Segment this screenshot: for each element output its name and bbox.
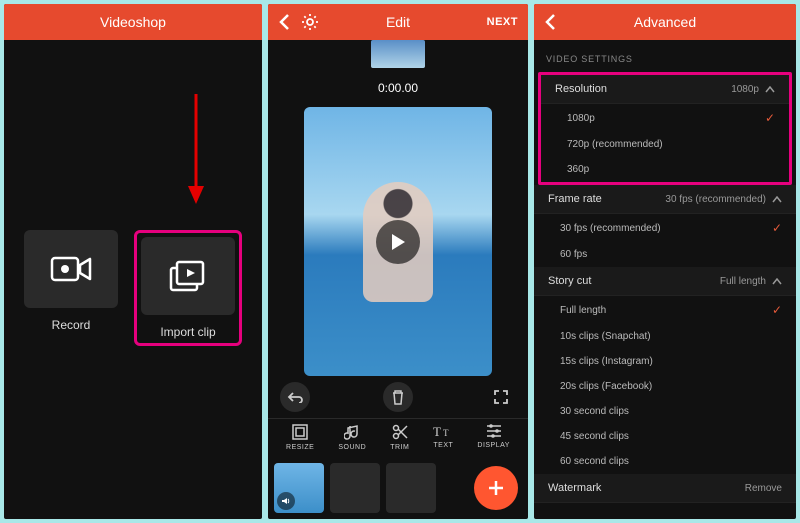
advanced-title: Advanced <box>634 14 696 30</box>
camera-icon <box>50 254 92 284</box>
framerate-option-60[interactable]: 60 fps <box>534 242 796 267</box>
resolution-option-1080p[interactable]: 1080p ✓ <box>541 104 789 132</box>
delete-button[interactable] <box>383 382 413 412</box>
import-highlight: Import clip <box>134 230 242 346</box>
header-bar: Advanced <box>534 4 796 40</box>
framerate-option-30[interactable]: 30 fps (recommended) ✓ <box>534 214 796 242</box>
storycut-option-30s[interactable]: 30 second clips <box>534 399 796 424</box>
chevron-up-icon <box>765 86 775 93</box>
storycut-option-10s[interactable]: 10s clips (Snapchat) <box>534 324 796 349</box>
chevron-up-icon <box>772 278 782 285</box>
svg-text:T: T <box>443 428 449 438</box>
resolution-label: Resolution <box>555 83 607 95</box>
tool-trim[interactable]: TRIM <box>390 423 409 451</box>
screen-edit: Edit NEXT 0:00.00 <box>268 4 528 519</box>
gear-icon[interactable] <box>302 14 318 30</box>
sliders-icon <box>485 423 503 439</box>
header-bar: Videoshop <box>4 4 262 40</box>
edit-title: Edit <box>386 14 410 30</box>
back-icon[interactable] <box>544 14 556 30</box>
clip-tray <box>268 457 528 519</box>
text-icon: TT <box>433 423 453 439</box>
resolution-option-720p[interactable]: 720p (recommended) <box>541 132 789 157</box>
play-icon <box>390 233 406 251</box>
framerate-row[interactable]: Frame rate 30 fps (recommended) <box>534 185 796 214</box>
resize-icon <box>291 423 309 441</box>
timecode-display: 0:00.00 <box>268 73 528 103</box>
arrow-annotation-icon <box>186 94 206 204</box>
storycut-value: Full length <box>720 276 766 287</box>
clip-thumb-1[interactable] <box>274 463 324 513</box>
tool-display[interactable]: DISPLAY <box>477 423 510 451</box>
preview-controls <box>268 376 528 418</box>
play-button[interactable] <box>376 220 420 264</box>
storycut-option-15s[interactable]: 15s clips (Instagram) <box>534 349 796 374</box>
framerate-label: Frame rate <box>548 193 602 205</box>
next-button[interactable]: NEXT <box>487 16 518 28</box>
undo-icon <box>287 391 303 403</box>
record-label: Record <box>24 318 118 332</box>
watermark-label: Watermark <box>548 482 601 494</box>
speaker-icon <box>281 496 291 506</box>
resolution-row[interactable]: Resolution 1080p <box>541 75 789 104</box>
storycut-option-60s[interactable]: 60 second clips <box>534 449 796 474</box>
timeline-thumbnail[interactable] <box>268 40 528 73</box>
tool-text[interactable]: TT TEXT <box>433 423 453 451</box>
fullscreen-button[interactable] <box>486 382 516 412</box>
edit-body: 0:00.00 RESIZE SOU <box>268 40 528 519</box>
storycut-option-45s[interactable]: 45 second clips <box>534 424 796 449</box>
welcome-actions: Record Import clip <box>4 40 262 346</box>
svg-text:T: T <box>433 424 441 439</box>
import-clip-button[interactable]: Import clip <box>141 237 235 339</box>
thumb-image <box>371 40 425 68</box>
header-bar: Edit NEXT <box>268 4 528 40</box>
back-icon[interactable] <box>278 14 290 30</box>
tool-resize[interactable]: RESIZE <box>286 423 314 451</box>
clip-thumb-empty-1[interactable] <box>330 463 380 513</box>
import-label: Import clip <box>141 325 235 339</box>
screen-advanced: Advanced VIDEO SETTINGS Resolution 1080p… <box>534 4 796 519</box>
storycut-label: Story cut <box>548 275 591 287</box>
video-preview[interactable] <box>304 107 492 376</box>
resolution-option-360p[interactable]: 360p <box>541 157 789 182</box>
resolution-value: 1080p <box>731 84 759 95</box>
fullscreen-icon <box>494 390 508 404</box>
app-title: Videoshop <box>100 14 166 30</box>
settings-body: VIDEO SETTINGS Resolution 1080p 1080p ✓ … <box>534 40 796 513</box>
check-icon: ✓ <box>772 303 782 317</box>
tool-sound[interactable]: SOUND <box>338 423 366 451</box>
watermark-row[interactable]: Watermark Remove <box>534 474 796 503</box>
section-header: VIDEO SETTINGS <box>534 50 796 72</box>
undo-button[interactable] <box>280 382 310 412</box>
check-icon: ✓ <box>765 111 775 125</box>
framerate-value: 30 fps (recommended) <box>665 194 766 205</box>
import-clip-icon <box>167 258 209 294</box>
clip-thumb-empty-2[interactable] <box>386 463 436 513</box>
record-button[interactable]: Record <box>24 230 118 346</box>
resolution-highlight: Resolution 1080p 1080p ✓ 720p (recommend… <box>538 72 792 185</box>
plus-icon <box>487 479 505 497</box>
screen-welcome: Videoshop Record <box>4 4 262 519</box>
add-clip-button[interactable] <box>474 466 518 510</box>
storycut-option-20s[interactable]: 20s clips (Facebook) <box>534 374 796 399</box>
scissors-icon <box>391 423 409 441</box>
storycut-row[interactable]: Story cut Full length <box>534 267 796 296</box>
trash-icon <box>391 389 405 405</box>
storycut-option-full[interactable]: Full length ✓ <box>534 296 796 324</box>
chevron-up-icon <box>772 196 782 203</box>
watermark-value: Remove <box>745 483 782 494</box>
check-icon: ✓ <box>772 221 782 235</box>
music-icon <box>344 423 360 441</box>
toolbar: RESIZE SOUND TRIM TT TEXT DISPLAY <box>268 418 528 457</box>
